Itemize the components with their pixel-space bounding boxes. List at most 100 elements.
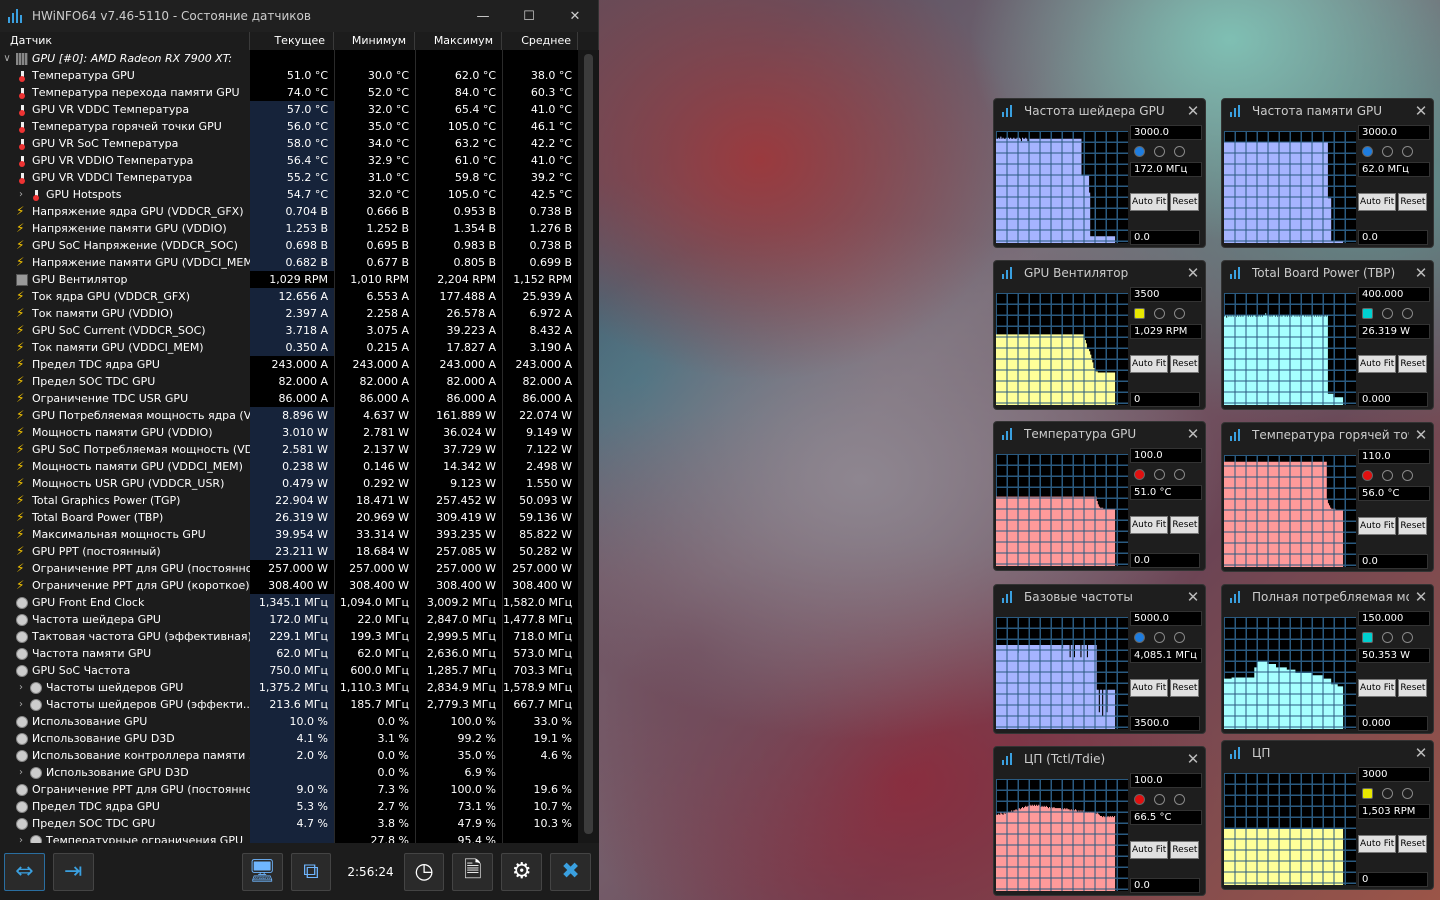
maximize-button[interactable]: ☐ — [506, 0, 552, 32]
reset-button[interactable]: Reset — [1398, 355, 1428, 373]
sensor-row[interactable]: Предел SOC TDC GPU82.000 А82.000 А82.000… — [0, 373, 578, 390]
expander[interactable]: › — [14, 699, 28, 710]
option-dot[interactable] — [1154, 793, 1165, 805]
expander[interactable]: › — [14, 835, 28, 843]
option-dot[interactable] — [1402, 307, 1413, 319]
graph-min-field[interactable]: 0.0 — [1358, 230, 1428, 245]
minimize-button[interactable]: — — [460, 0, 506, 32]
graph-title-bar[interactable]: Полная потребляемая мо... ✕ — [1222, 585, 1433, 609]
graph-title-bar[interactable]: GPU Вентилятор ✕ — [994, 261, 1205, 285]
auto-fit-button[interactable]: Auto Fit — [1358, 193, 1397, 211]
option-dot[interactable] — [1382, 145, 1393, 157]
graph-min-field[interactable]: 0 — [1130, 392, 1200, 407]
reset-button[interactable]: Reset — [1170, 355, 1200, 373]
sensor-row[interactable]: Частота шейдера GPU 172.0 МГц 22.0 МГц 2,84… — [0, 611, 578, 628]
option-dot[interactable] — [1174, 631, 1185, 643]
option-dot[interactable] — [1154, 307, 1165, 319]
sensor-row[interactable]: GPU VR VDDC Температура 57.0 °C 32.0 °C 65.… — [0, 101, 578, 118]
graph-window[interactable]: Базовые частоты ✕ 5000.0 4,085.1 МГц Auto Fi… — [993, 584, 1206, 734]
graph-title-bar[interactable]: Базовые частоты ✕ — [994, 585, 1205, 609]
network-icon[interactable]: ⧉ — [290, 852, 332, 891]
sensor-row[interactable]: GPU SoC Current (VDDCR_SOC) 3.718 А3.075 … — [0, 322, 578, 339]
sensor-row[interactable]: Ток памяти GPU (VDDCI_MEM) 0.350 А0.215 А… — [0, 339, 578, 356]
graph-min-field[interactable]: 3500.0 — [1130, 716, 1200, 731]
sensor-row[interactable]: GPU PPT (постоянный) 23.211 W18.684 W257.… — [0, 543, 578, 560]
sensor-row[interactable]: Напряжение памяти GPU (VDDIO) 1.253 В1.25… — [0, 220, 578, 237]
graph-title-bar[interactable]: Температура горячей точ... ✕ — [1222, 423, 1433, 447]
sensor-row[interactable]: › Частоты шейдеров GPU (эффекти... 213.6 М… — [0, 696, 578, 713]
graph-title-bar[interactable]: ЦП ✕ — [1222, 741, 1433, 765]
close-x-icon[interactable]: ✖ — [550, 852, 592, 891]
sensor-row[interactable]: GPU SoC Частота 750.0 МГц 600.0 МГц 1,285.7… — [0, 662, 578, 679]
option-dot[interactable] — [1382, 631, 1393, 643]
graph-max-field[interactable]: 3000.0 — [1130, 125, 1202, 140]
graph-min-field[interactable]: 0.000 — [1358, 392, 1428, 407]
sensor-row[interactable]: Использование GPU D3D 4.1 % 3.1 % 99.2 % 19.… — [0, 730, 578, 747]
sensor-row[interactable]: Предел TDC ядра GPU243.000 А243.000 А243… — [0, 356, 578, 373]
color-dot[interactable] — [1134, 793, 1145, 805]
close-icon[interactable]: ✕ — [1181, 588, 1205, 606]
graph-window[interactable]: Частота шейдера GPU ✕ 3000.0 172.0 МГц Auto … — [993, 98, 1206, 248]
option-dot[interactable] — [1382, 787, 1393, 799]
option-dot[interactable] — [1402, 631, 1413, 643]
expander[interactable]: › — [14, 682, 28, 693]
graph-max-field[interactable]: 5000.0 — [1130, 611, 1202, 626]
sensor-row[interactable]: GPU VR VDDCI Температура 55.2 °C 31.0 °C 59… — [0, 169, 578, 186]
collapse-arrows-icon[interactable]: ⇥ — [52, 852, 94, 891]
sensor-row[interactable]: Температура GPU 51.0 °C 30.0 °C 62.0 °C 38.0… — [0, 67, 578, 84]
option-dot[interactable] — [1174, 793, 1185, 805]
close-icon[interactable]: ✕ — [1409, 264, 1433, 282]
graph-title-bar[interactable]: ЦП (Tctl/Tdie) ✕ — [994, 747, 1205, 771]
sensor-row[interactable]: Ограничение PPT для GPU (постоянное)257.… — [0, 560, 578, 577]
reset-button[interactable]: Reset — [1170, 516, 1200, 534]
sensor-row[interactable]: Ток ядра GPU (VDDCR_GFX) 12.656 А6.553 А1… — [0, 288, 578, 305]
sensor-row[interactable]: GPU VR SoC Температура 58.0 °C 34.0 °C 63.2… — [0, 135, 578, 152]
graph-max-field[interactable]: 400.000 — [1358, 287, 1430, 302]
auto-fit-button[interactable]: Auto Fit — [1130, 516, 1169, 534]
option-dot[interactable] — [1382, 307, 1393, 319]
close-icon[interactable]: ✕ — [1409, 588, 1433, 606]
graph-min-field[interactable]: 0.0 — [1130, 230, 1200, 245]
graph-max-field[interactable]: 3000.0 — [1358, 125, 1430, 140]
graph-min-field[interactable]: 0.0 — [1358, 554, 1428, 569]
graph-max-field[interactable]: 100.0 — [1130, 773, 1202, 788]
sensor-row[interactable]: ∨ GPU [#0]: AMD Radeon RX 7900 XT: — [0, 50, 578, 67]
sensor-row[interactable]: Температура перехода памяти GPU 74.0 °C 52… — [0, 84, 578, 101]
settings-gear-icon[interactable]: ⚙ — [501, 852, 543, 891]
reset-button[interactable]: Reset — [1170, 841, 1200, 859]
graph-min-field[interactable]: 0 — [1358, 872, 1428, 887]
sensor-row[interactable]: GPU SoC Потребляемая мощность (VD...2.58… — [0, 441, 578, 458]
sensor-row[interactable]: Ограничение PPT для GPU (короткое)308.40… — [0, 577, 578, 594]
graph-min-field[interactable]: 0.0 — [1130, 553, 1200, 568]
graph-max-field[interactable]: 3500 — [1130, 287, 1202, 302]
graph-min-field[interactable]: 0.000 — [1358, 716, 1428, 731]
expander[interactable]: › — [14, 189, 28, 200]
color-dot[interactable] — [1134, 631, 1145, 643]
sensor-row[interactable]: Total Board Power (TBP) 26.319 W20.969 W3… — [0, 509, 578, 526]
sensor-row[interactable]: GPU VR VDDIO Температура 56.4 °C 32.9 °C 61… — [0, 152, 578, 169]
close-icon[interactable]: ✕ — [1181, 425, 1205, 443]
close-icon[interactable]: ✕ — [1181, 750, 1205, 768]
sensor-row[interactable]: › Использование GPU D3D 0.0 % 6.9 % — [0, 764, 578, 781]
auto-fit-button[interactable]: Auto Fit — [1358, 355, 1397, 373]
monitor-icon[interactable]: 🖥 — [241, 852, 283, 891]
col-max[interactable]: Максимум — [415, 32, 502, 50]
close-icon[interactable]: ✕ — [1181, 264, 1205, 282]
sensor-row[interactable]: Тактовая частота GPU (эффективная) 229.1 … — [0, 628, 578, 645]
sensor-row[interactable]: Мощность USR GPU (VDDCR_USR) 0.479 W0.292… — [0, 475, 578, 492]
sensor-row[interactable]: GPU Потребляемая мощность ядра (V...8.89… — [0, 407, 578, 424]
sensor-row[interactable]: › Частоты шейдеров GPU 1,375.2 МГц 1,110.3 … — [0, 679, 578, 696]
sensor-row[interactable]: › GPU Hotspots 54.7 °C 32.0 °C 105.0 °C 42.5 … — [0, 186, 578, 203]
sensor-row[interactable]: Напряжение памяти GPU (VDDCI_MEM)0.682 В… — [0, 254, 578, 271]
sensor-row[interactable]: Частота памяти GPU 62.0 МГц 62.0 МГц 2,636.… — [0, 645, 578, 662]
auto-fit-button[interactable]: Auto Fit — [1130, 679, 1169, 697]
reset-button[interactable]: Reset — [1398, 517, 1428, 535]
graph-max-field[interactable]: 3000 — [1358, 767, 1430, 782]
sensor-row[interactable]: Напряжение ядра GPU (VDDCR_GFX)0.704 В0.… — [0, 203, 578, 220]
sensor-row[interactable]: Использование GPU 10.0 % 0.0 % 100.0 % 33.0 … — [0, 713, 578, 730]
clock-icon[interactable]: ◷ — [403, 852, 445, 891]
option-dot[interactable] — [1402, 787, 1413, 799]
graph-max-field[interactable]: 100.0 — [1130, 448, 1202, 463]
auto-fit-button[interactable]: Auto Fit — [1130, 355, 1169, 373]
sensor-row[interactable]: Предел SOC TDC GPU 4.7 % 3.8 % 47.9 % 10.3 % — [0, 815, 578, 832]
